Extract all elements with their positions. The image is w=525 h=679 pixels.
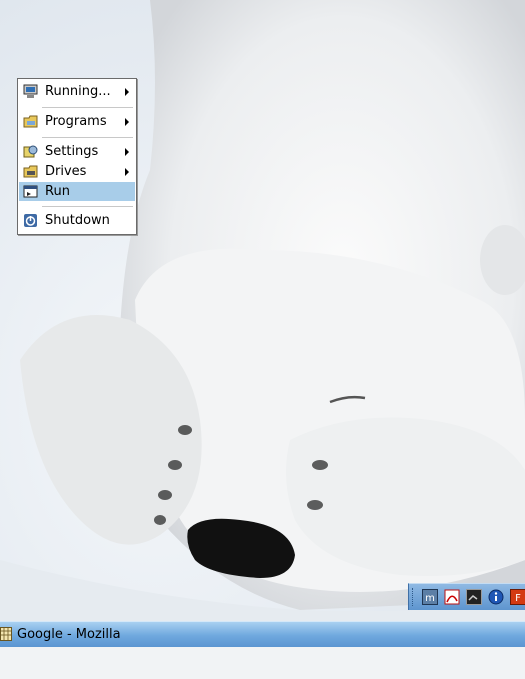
- menu-item-shutdown[interactable]: Shutdown: [19, 211, 135, 230]
- run-icon: [22, 184, 38, 200]
- mozilla-icon[interactable]: m: [422, 588, 438, 606]
- submenu-arrow-icon: [125, 87, 129, 96]
- settings-icon: [22, 144, 38, 160]
- submenu-arrow-icon: [125, 147, 129, 156]
- quick-launch-tray: m F: [408, 583, 525, 610]
- menu-item-label: Shutdown: [45, 213, 110, 228]
- menu-item-running[interactable]: Running...: [19, 82, 135, 101]
- menu-item-label: Running...: [45, 84, 111, 99]
- folder-icon: [22, 114, 38, 130]
- svg-text:m: m: [425, 593, 435, 604]
- taskbar: Google - Mozilla: [0, 621, 525, 648]
- menu-item-drives[interactable]: Drives: [19, 162, 135, 181]
- menu-item-programs[interactable]: Programs: [19, 112, 135, 131]
- svg-text:F: F: [515, 593, 521, 604]
- menu-item-label: Run: [45, 184, 70, 199]
- menu-item-label: Settings: [45, 144, 99, 159]
- menu-separator: [42, 107, 133, 108]
- task-button-mozilla[interactable]: Google - Mozilla: [0, 624, 121, 644]
- menu-separator: [42, 206, 133, 207]
- drive-icon: [22, 164, 38, 180]
- submenu-arrow-icon: [125, 117, 129, 126]
- start-menu: Running... Programs Settings Drives Run: [17, 78, 137, 235]
- menu-item-settings[interactable]: Settings: [19, 142, 135, 161]
- menu-separator: [42, 137, 133, 138]
- monitor-icon: [22, 84, 38, 100]
- menu-item-run[interactable]: Run: [19, 182, 135, 201]
- desktop-bottom-area: [0, 647, 525, 679]
- info-icon[interactable]: [488, 588, 504, 606]
- submenu-arrow-icon: [125, 167, 129, 176]
- app-icon[interactable]: F: [510, 588, 525, 606]
- tray-grip-handle[interactable]: [412, 588, 416, 606]
- shutdown-icon: [22, 213, 38, 229]
- window-icon: [0, 627, 14, 641]
- menu-item-label: Programs: [45, 114, 107, 129]
- acrobat-icon[interactable]: [444, 588, 460, 606]
- terminal-icon[interactable]: [466, 588, 482, 606]
- menu-item-label: Drives: [45, 164, 87, 179]
- task-button-label: Google - Mozilla: [17, 626, 121, 642]
